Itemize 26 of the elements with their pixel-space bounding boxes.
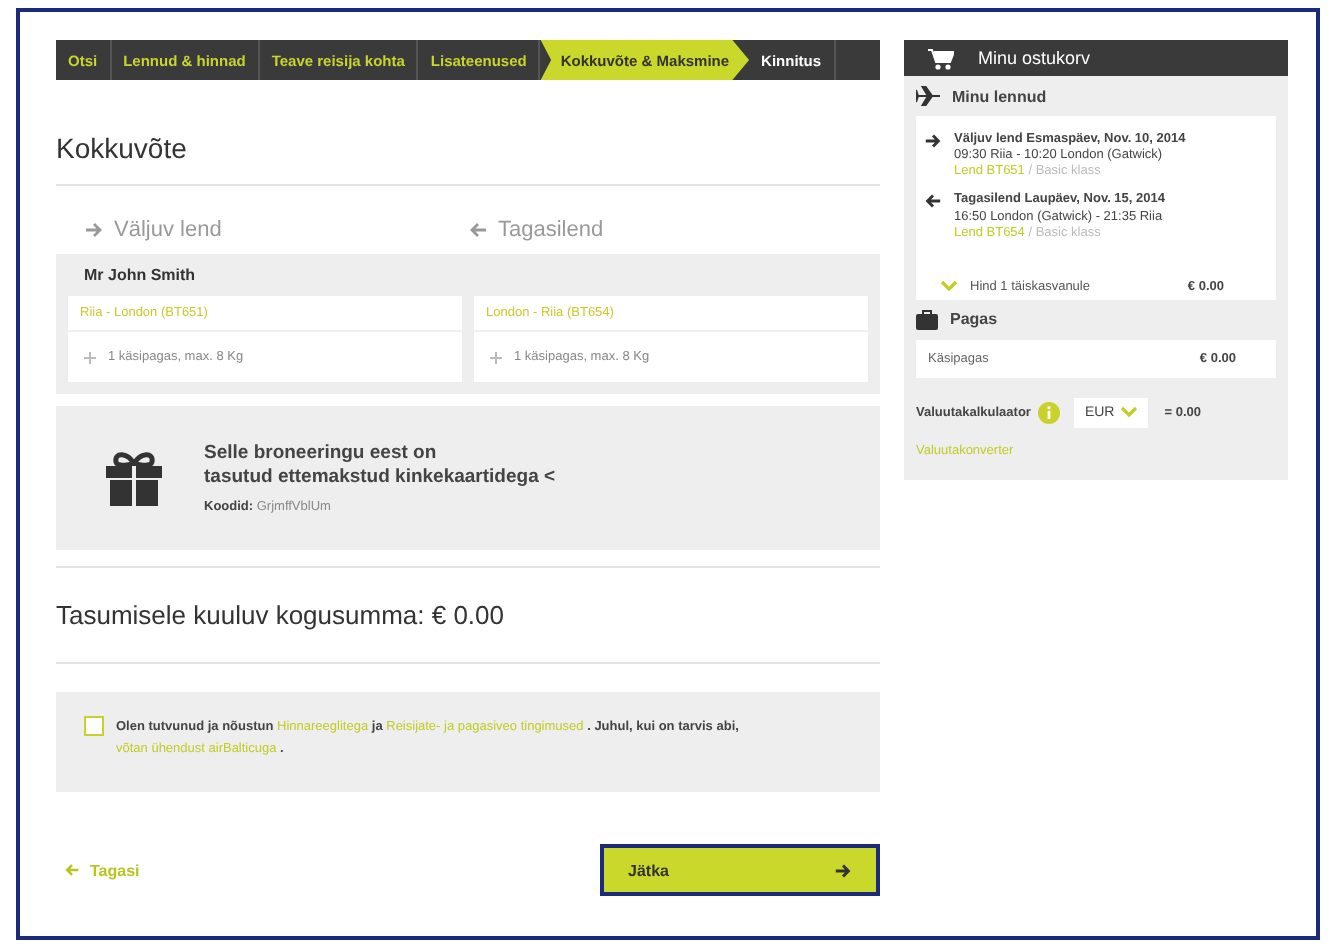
continue-button[interactable]: Jätka	[600, 844, 880, 896]
gift-icon	[104, 448, 164, 508]
gift-card-message: Selle broneeringu eest on tasutud ettemakstud kinkekaartidega <	[204, 441, 556, 489]
section-title: Minu lennud	[952, 87, 1047, 105]
section-title: Pagas	[950, 310, 998, 329]
total-amount: Tasumisele kuuluv kogusumma: € 0.00	[56, 598, 507, 634]
arrow-icon	[468, 220, 488, 240]
terms-checkbox[interactable]	[84, 716, 104, 736]
arrow-icon	[924, 192, 942, 211]
page-heading: Kokkuvõte	[56, 132, 189, 164]
plane-icon	[916, 86, 940, 106]
arrow-icon	[84, 220, 104, 240]
arrow-icon	[64, 862, 80, 878]
direction-label: Väljuv lend	[114, 218, 222, 242]
plus-icon	[84, 351, 96, 363]
arrow-icon	[924, 132, 942, 150]
plus-icon	[490, 351, 502, 363]
suitcase-icon	[916, 309, 938, 330]
passenger-name: Mr John Smith	[84, 266, 198, 284]
direction-label: Tagasilend	[498, 218, 604, 242]
cart-icon	[928, 47, 954, 69]
chevron-icon	[1120, 406, 1139, 419]
info-icon[interactable]	[1038, 401, 1061, 424]
cart-title: Minu ostukorv	[978, 48, 1091, 68]
chevron-icon[interactable]	[940, 280, 958, 293]
arrow-icon	[834, 861, 852, 879]
